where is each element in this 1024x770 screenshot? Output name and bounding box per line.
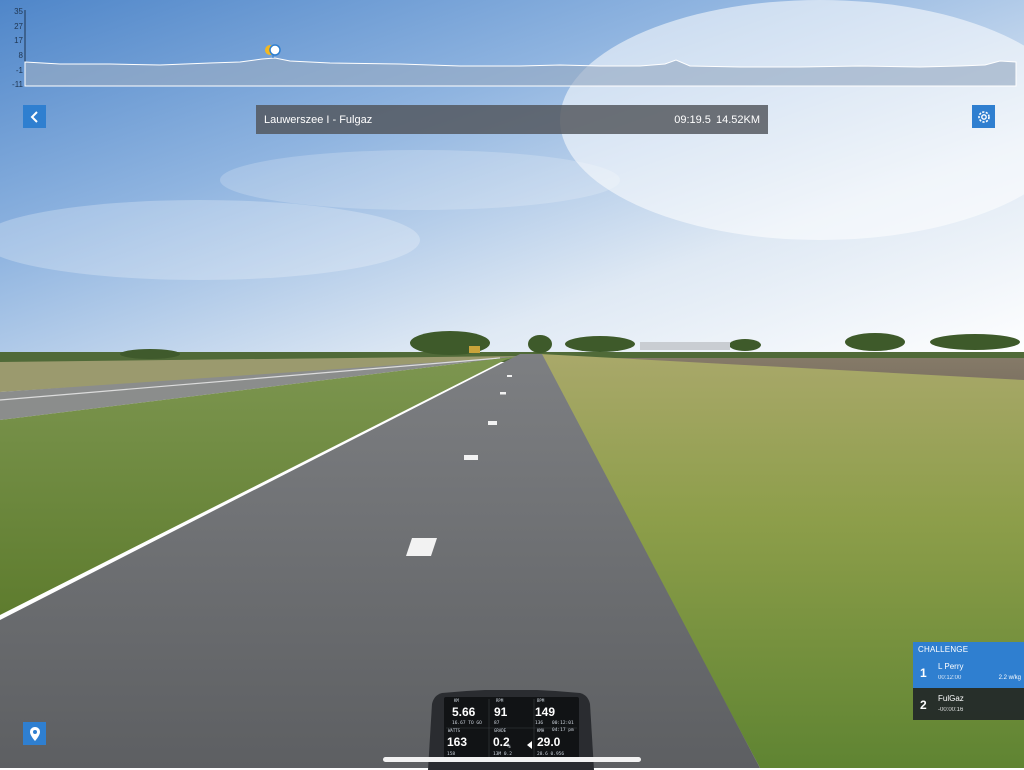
challenge-name: FulGaz: [938, 694, 964, 703]
map-pin-icon: [29, 726, 40, 741]
elevation-profile: 35 27 17 8 -1 -11: [0, 0, 1024, 92]
challenge-time: 00:12:00: [938, 675, 962, 681]
kmh-label: KMH: [537, 728, 545, 733]
km-label: KM: [454, 698, 459, 703]
speed-value: 29.0: [537, 735, 561, 749]
elevation-area: [24, 57, 1017, 87]
km-remaining: 16.67 TO GO: [452, 721, 482, 726]
back-button[interactable]: [23, 105, 46, 128]
distance: 14.52KM: [715, 114, 760, 126]
challenge-time: -00:00:16: [938, 707, 964, 713]
route-name: Lauwerszee I - Fulgaz: [264, 114, 373, 126]
challenge-name: L Perry: [938, 662, 964, 671]
elapsed-clock: 00:12:01: [552, 721, 574, 726]
rpm-average: 87: [494, 721, 500, 726]
elevation-chart: [24, 10, 1017, 87]
grade-label: GRADE: [494, 728, 507, 733]
rider-marker-icon: [265, 44, 281, 58]
ride-stats: 09:19.5 14.52KM: [674, 114, 760, 126]
challenge-panel[interactable]: CHALLENGE 1 L Perry 00:12:00 2.2 w/kg 2 …: [913, 642, 1024, 720]
settings-button[interactable]: [972, 105, 995, 128]
chevron-left-icon: [527, 741, 532, 749]
map-button[interactable]: [23, 722, 46, 745]
grade-unit: %: [507, 743, 511, 750]
bpm-average: 136: [535, 721, 544, 726]
gear-icon: [977, 110, 990, 123]
clock-time: 04:17 pm: [552, 728, 574, 733]
home-indicator[interactable]: [383, 757, 641, 762]
rpm-value: 91: [494, 705, 508, 719]
challenge-title: CHALLENGE: [913, 642, 1024, 656]
bike-computer-screen: KM 5.66 16.67 TO GO RPM 91 87 BPM 149 13…: [444, 697, 579, 762]
challenge-rank: 1: [920, 666, 927, 680]
rpm-label: RPM: [496, 698, 504, 703]
chevron-left-icon: [30, 110, 38, 123]
km-value: 5.66: [452, 705, 476, 719]
challenge-entry[interactable]: 2 FulGaz -00:00:16: [913, 688, 1024, 720]
watts-label: WATTS: [448, 728, 461, 733]
route-title-bar: Lauwerszee I - Fulgaz 09:19.5 14.52KM: [256, 105, 768, 134]
elapsed-time: 09:19.5: [674, 114, 711, 126]
bpm-value: 149: [535, 705, 556, 719]
challenge-rank: 2: [920, 698, 927, 712]
bpm-label: BPM: [537, 698, 545, 703]
challenge-entry[interactable]: 1 L Perry 00:12:00 2.2 w/kg: [913, 656, 1024, 688]
watts-value: 163: [447, 735, 468, 749]
challenge-wkg: 2.2 w/kg: [998, 675, 1021, 681]
